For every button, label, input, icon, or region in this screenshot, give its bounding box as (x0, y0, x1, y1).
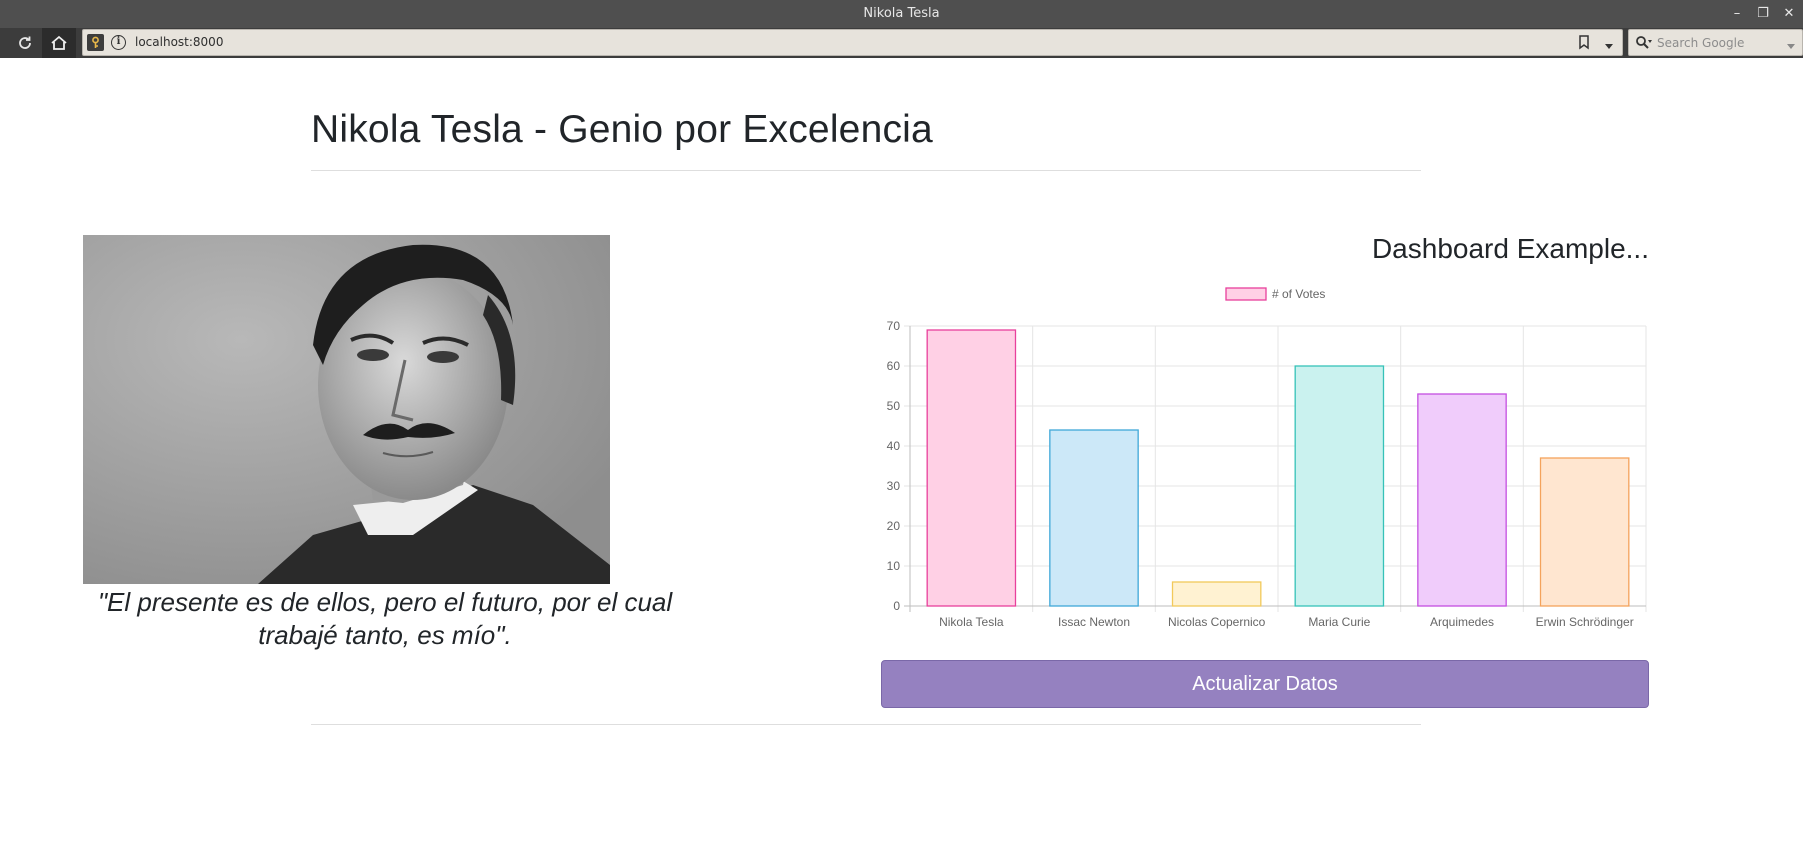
y-tick-label: 0 (893, 599, 900, 613)
info-icon[interactable]: i (111, 35, 126, 50)
y-tick-label: 10 (887, 559, 901, 573)
divider (311, 724, 1421, 725)
reload-icon (19, 36, 31, 49)
home-button[interactable] (42, 28, 76, 58)
x-tick-label: Erwin Schrödinger (1536, 615, 1634, 629)
key-icon[interactable] (87, 34, 104, 51)
y-tick-label: 70 (887, 319, 901, 333)
restore-icon[interactable]: ❐ (1753, 4, 1773, 24)
bar-erwin-schr-dinger (1539, 457, 1630, 607)
y-tick-label: 60 (887, 359, 901, 373)
minimize-icon[interactable]: – (1727, 4, 1747, 24)
window-title: Nikola Tesla (863, 6, 940, 21)
bar-arquimedes (1417, 393, 1507, 607)
divider (311, 170, 1421, 171)
url-dropdown-icon[interactable] (1604, 38, 1614, 56)
x-tick-label: Arquimedes (1430, 615, 1494, 629)
y-tick-label: 20 (887, 519, 901, 533)
bookmark-icon[interactable] (1578, 35, 1590, 55)
bar-nikola-tesla (926, 329, 1017, 607)
home-icon (51, 35, 67, 50)
url-text[interactable]: localhost:8000 (135, 35, 223, 49)
dashboard-title: Dashboard Example... (1371, 233, 1649, 264)
update-data-button[interactable]: Actualizar Datos (881, 660, 1649, 708)
reload-button[interactable] (8, 28, 42, 58)
x-tick-label: Nikola Tesla (939, 615, 1004, 629)
legend-swatch (1225, 287, 1267, 301)
bar-maria-curie (1294, 365, 1385, 607)
y-tick-label: 40 (887, 439, 901, 453)
window-titlebar: Nikola Tesla – ❐ ✕ (0, 0, 1803, 28)
search-bar[interactable]: Search Google (1628, 29, 1803, 56)
y-tick-label: 50 (887, 399, 901, 413)
bar-nicolas-copernico (1171, 581, 1262, 607)
y-tick-label: 30 (887, 479, 901, 493)
tesla-quote: "El presente es de ellos, pero el futuro… (97, 587, 673, 650)
votes-bar-chart: 0 10 20 30 40 50 60 70 Nikola Tesla Issac Newton N… (870, 280, 1650, 640)
chart-svg: 0 10 20 30 40 50 60 70 Nikola Tesla Issac Newton N… (887, 287, 1647, 629)
close-icon[interactable]: ✕ (1779, 4, 1799, 24)
page-content: Nikola Tesla - Genio por Excelencia "El … (0, 58, 1803, 853)
x-tick-label: Nicolas Copernico (1168, 615, 1266, 629)
tesla-portrait-image (83, 235, 610, 584)
x-tick-label: Maria Curie (1308, 615, 1370, 629)
search-dropdown-icon[interactable] (1786, 38, 1796, 56)
search-icon (1635, 35, 1653, 56)
page-title: Nikola Tesla - Genio por Excelencia (311, 108, 933, 151)
x-tick-label: Issac Newton (1058, 615, 1130, 629)
bar-issac-newton (1049, 429, 1139, 607)
legend-label: # of Votes (1272, 287, 1325, 301)
search-input[interactable]: Search Google (1657, 36, 1744, 50)
browser-toolbar: i localhost:8000 Search Google (0, 28, 1803, 58)
url-bar[interactable]: i localhost:8000 (82, 29, 1623, 56)
